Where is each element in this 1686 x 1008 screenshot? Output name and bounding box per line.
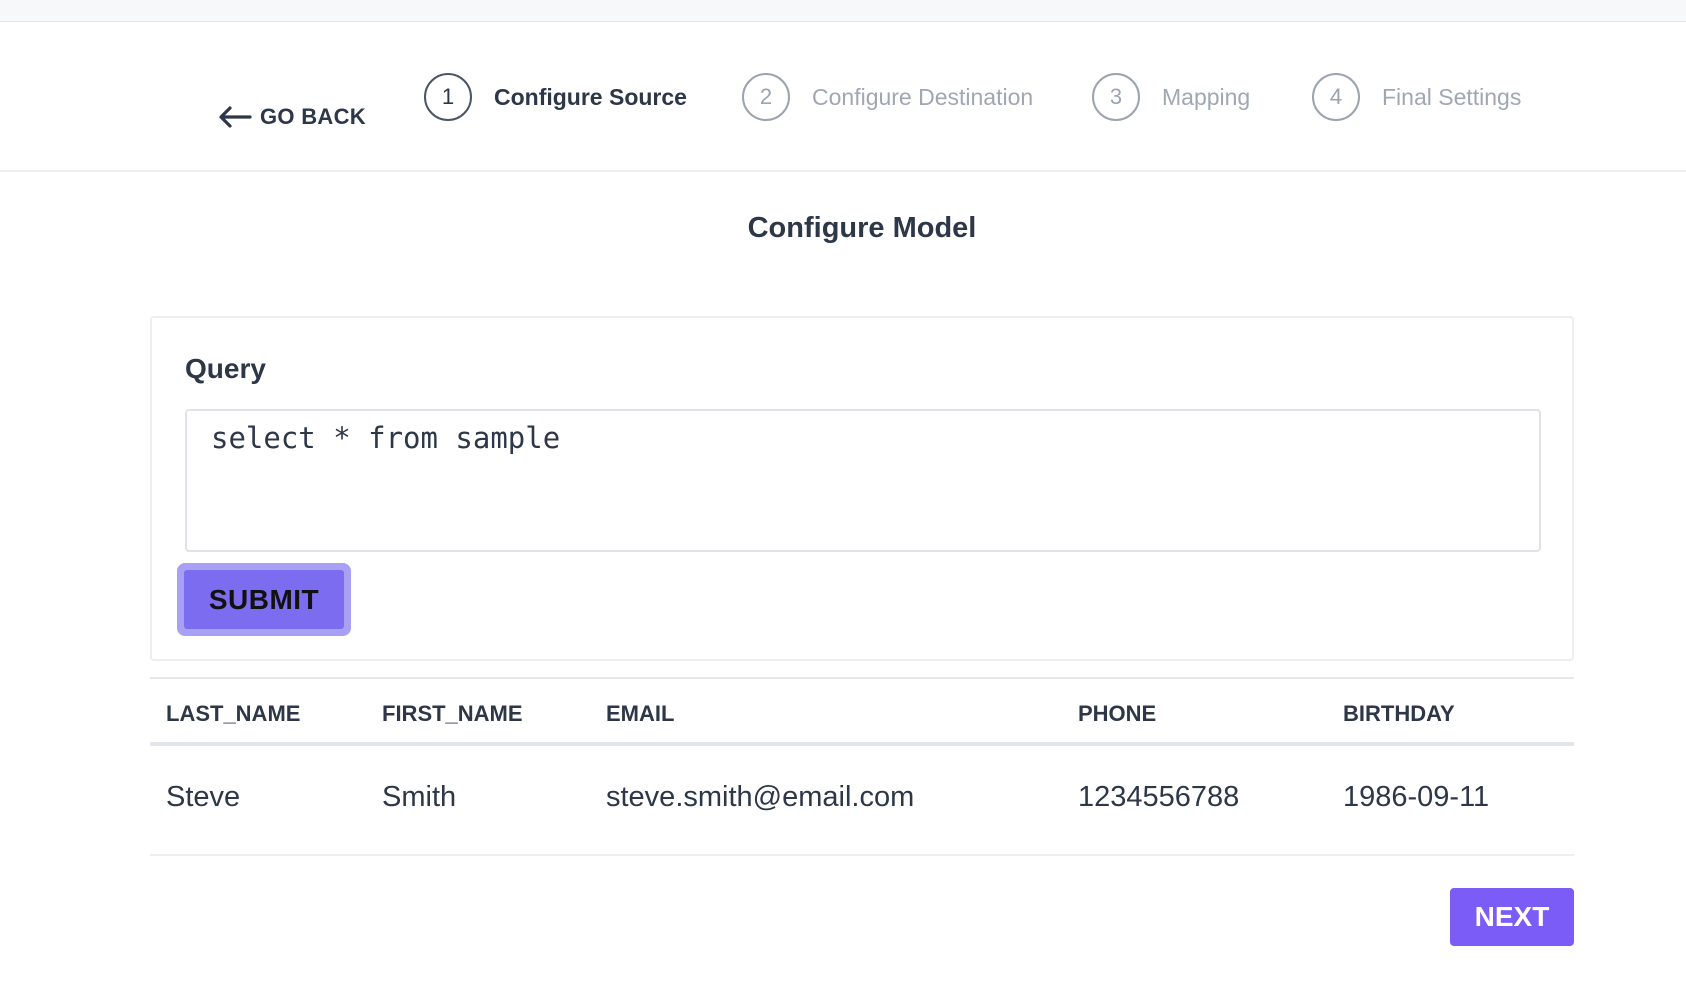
table-cell: steve.smith@email.com (606, 781, 915, 813)
query-input[interactable]: select * from sample (185, 409, 1541, 552)
go-back-button[interactable]: GO BACK (218, 79, 366, 155)
table-cell: 1234556788 (1078, 781, 1240, 813)
table-row: Steve Smith steve.smith@email.com 123455… (150, 746, 1574, 856)
submit-label: SUBMIT (184, 570, 344, 629)
table-cell: Smith (382, 781, 457, 813)
query-label: Query (185, 353, 266, 384)
column-header: PHONE (1078, 701, 1157, 726)
arrow-left-icon (219, 106, 252, 128)
results-table: LAST_NAME FIRST_NAME EMAIL PHONE BIRTHDA… (150, 677, 1574, 856)
column-header: EMAIL (606, 701, 675, 726)
step-number: 3 (1092, 73, 1140, 121)
column-header: FIRST_NAME (382, 701, 523, 726)
stepper-bar: GO BACK 1 Configure Source 2 Configure D… (0, 22, 1686, 172)
step-label: Mapping (1162, 83, 1251, 110)
step-mapping[interactable]: 3 Mapping (1092, 72, 1250, 122)
submit-button[interactable]: SUBMIT (177, 563, 351, 636)
page-title: Configure Model (747, 212, 977, 244)
step-label: Configure Source (494, 83, 687, 110)
step-label: Final Settings (1382, 83, 1522, 110)
table-cell: 1986-09-11 (1343, 781, 1490, 813)
query-card: Query select * from sample SUBMIT (150, 316, 1574, 661)
column-header: LAST_NAME (166, 701, 301, 726)
step-number: 4 (1312, 73, 1360, 121)
step-label: Configure Destination (812, 83, 1034, 110)
step-configure-destination[interactable]: 2 Configure Destination (742, 72, 1033, 122)
table-header-row: LAST_NAME FIRST_NAME EMAIL PHONE BIRTHDA… (150, 677, 1574, 746)
step-number: 2 (742, 73, 790, 121)
step-configure-source[interactable]: 1 Configure Source (424, 72, 687, 122)
step-number: 1 (424, 73, 472, 121)
go-back-label: GO BACK (260, 104, 366, 129)
next-button[interactable]: NEXT (1450, 888, 1574, 946)
step-final-settings[interactable]: 4 Final Settings (1312, 72, 1521, 122)
column-header: BIRTHDAY (1343, 701, 1455, 726)
top-strip (0, 0, 1686, 22)
table-cell: Steve (166, 781, 241, 813)
